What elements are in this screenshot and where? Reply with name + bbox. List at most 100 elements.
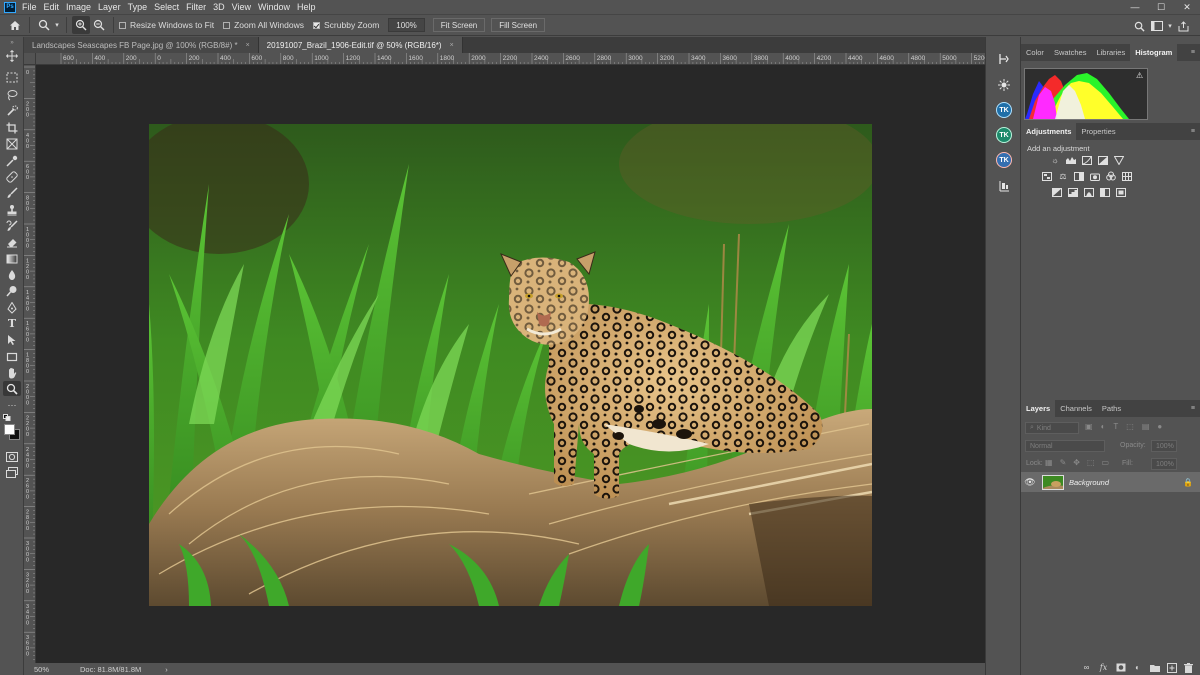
marquee-tool-icon[interactable] <box>3 70 21 85</box>
adjustment-filter-icon[interactable]: ◐ <box>1101 422 1106 431</box>
add-mask-icon[interactable] <box>1115 662 1126 673</box>
eraser-tool-icon[interactable] <box>3 234 21 249</box>
lock-all-icon[interactable]: ▭ <box>1102 458 1110 467</box>
healing-brush-tool-icon[interactable] <box>3 169 21 184</box>
tab-layers[interactable]: Layers <box>1021 400 1056 417</box>
clone-stamp-tool-icon[interactable] <box>3 202 21 217</box>
menu-view[interactable]: View <box>232 2 251 12</box>
histogram-warning-icon[interactable]: ⚠ <box>1136 71 1143 80</box>
crop-tool-icon[interactable] <box>3 120 21 135</box>
workspace-icon[interactable] <box>1148 17 1166 35</box>
jaguar-photo[interactable] <box>149 124 872 606</box>
lock-artboard-icon[interactable]: ⬚ <box>1087 458 1095 467</box>
lock-icon[interactable]: 🔒 <box>1183 478 1193 487</box>
filter-toggle-icon[interactable]: ● <box>1157 422 1162 431</box>
tab-swatches[interactable]: Swatches <box>1049 44 1092 61</box>
dodge-tool-icon[interactable] <box>3 283 21 298</box>
maximize-button[interactable]: ☐ <box>1148 0 1174 14</box>
layer-kind-filter[interactable]: ⌕ Kind <box>1025 422 1079 434</box>
canvas-area[interactable] <box>36 65 985 663</box>
panel-menu-icon[interactable]: ≡ <box>1191 405 1195 412</box>
type-filter-icon[interactable]: T <box>1113 422 1118 431</box>
menu-help[interactable]: Help <box>297 2 316 12</box>
threshold-icon[interactable] <box>1083 187 1095 197</box>
new-group-icon[interactable] <box>1149 662 1160 673</box>
gradient-tool-icon[interactable] <box>3 251 21 266</box>
menu-filter[interactable]: Filter <box>186 2 206 12</box>
link-layers-icon[interactable]: ∞ <box>1081 662 1092 673</box>
rectangle-tool-icon[interactable] <box>3 349 21 364</box>
tab-properties[interactable]: Properties <box>1076 123 1120 140</box>
visibility-eye-icon[interactable]: 👁 <box>1021 477 1039 488</box>
tab-document-1[interactable]: Landscapes Seascapes FB Page.jpg @ 100% … <box>24 37 259 53</box>
zoom-all-windows-checkbox[interactable]: Zoom All Windows <box>223 20 304 30</box>
minimize-button[interactable]: — <box>1122 0 1148 14</box>
lock-position-icon[interactable]: ✥ <box>1073 458 1080 467</box>
info-panel-icon[interactable] <box>996 178 1012 194</box>
blend-mode-dropdown[interactable]: Normal <box>1025 440 1105 452</box>
invert-icon[interactable] <box>1051 187 1063 197</box>
plugin-tk-2-icon[interactable]: TK <box>996 127 1012 143</box>
path-selection-tool-icon[interactable] <box>3 332 21 347</box>
zoom-out-icon[interactable] <box>90 16 108 34</box>
layer-row[interactable]: 👁 Background 🔒 <box>1021 472 1200 492</box>
eyedropper-tool-icon[interactable] <box>3 153 21 168</box>
plugin-tk-icon[interactable]: TK <box>996 102 1012 118</box>
brightness-contrast-icon[interactable]: ☼ <box>1049 155 1061 165</box>
ruler-left[interactable]: 0200400600800100012001400160018002000220… <box>24 65 36 663</box>
share-icon[interactable] <box>1174 17 1192 35</box>
home-icon[interactable] <box>6 16 24 34</box>
color-balance-icon[interactable]: ⚖ <box>1057 171 1069 181</box>
layer-name[interactable]: Background <box>1069 478 1109 487</box>
posterize-icon[interactable] <box>1067 187 1079 197</box>
history-panel-icon[interactable] <box>996 51 1012 67</box>
screen-mode-icon[interactable] <box>3 465 21 480</box>
history-brush-tool-icon[interactable] <box>3 218 21 233</box>
fill-field[interactable]: 100% <box>1151 458 1177 470</box>
zoom-tool-icon[interactable] <box>3 381 21 396</box>
navigator-panel-icon[interactable] <box>996 77 1012 93</box>
close-icon[interactable]: × <box>450 42 454 49</box>
move-tool-icon[interactable] <box>3 48 21 63</box>
status-arrow-icon[interactable]: › <box>165 665 168 674</box>
fill-screen-button[interactable]: Fill Screen <box>491 18 546 32</box>
hand-tool-icon[interactable] <box>3 365 21 380</box>
tab-histogram[interactable]: Histogram <box>1130 44 1178 61</box>
levels-icon[interactable] <box>1065 155 1077 165</box>
new-adjustment-layer-icon[interactable]: ◐ <box>1132 662 1143 673</box>
tab-adjustments[interactable]: Adjustments <box>1021 123 1077 140</box>
more-tools-icon[interactable]: ··· <box>3 397 21 412</box>
tab-document-2[interactable]: 20191007_Brazil_1906-Edit.tif @ 50% (RGB… <box>258 37 463 53</box>
gradient-map-icon[interactable] <box>1099 187 1111 197</box>
quick-selection-tool-icon[interactable] <box>3 103 21 118</box>
blur-tool-icon[interactable] <box>3 267 21 282</box>
close-icon[interactable]: × <box>246 42 250 49</box>
color-lookup-icon[interactable] <box>1121 171 1133 181</box>
tab-paths[interactable]: Paths <box>1097 400 1126 417</box>
pen-tool-icon[interactable] <box>3 300 21 315</box>
lock-image-icon[interactable]: ✎ <box>1060 458 1067 467</box>
frame-tool-icon[interactable] <box>3 136 21 151</box>
brush-tool-icon[interactable] <box>3 185 21 200</box>
default-colors-icon[interactable] <box>3 413 21 421</box>
zoom-in-icon[interactable] <box>72 16 90 34</box>
foreground-color-swatch[interactable] <box>4 424 15 435</box>
lock-transparency-icon[interactable]: ▦ <box>1045 458 1053 467</box>
quick-mask-icon[interactable] <box>3 449 21 464</box>
menu-edit[interactable]: Edit <box>44 2 60 12</box>
ruler-corner[interactable] <box>24 53 36 65</box>
new-layer-icon[interactable] <box>1166 662 1177 673</box>
chevron-down-icon[interactable]: ▾ <box>53 16 61 34</box>
lasso-tool-icon[interactable] <box>3 87 21 102</box>
tab-channels[interactable]: Channels <box>1055 400 1097 417</box>
search-icon[interactable] <box>1130 17 1148 35</box>
menu-select[interactable]: Select <box>154 2 179 12</box>
vibrance-icon[interactable] <box>1113 155 1125 165</box>
collapse-toolbar-icon[interactable]: » <box>3 39 21 47</box>
exposure-icon[interactable] <box>1097 155 1109 165</box>
chevron-down-icon[interactable]: ▾ <box>1166 17 1174 35</box>
close-button[interactable]: ✕ <box>1174 0 1200 14</box>
pixel-filter-icon[interactable]: ▣ <box>1085 422 1093 431</box>
menu-image[interactable]: Image <box>66 2 91 12</box>
panel-menu-icon[interactable]: ≡ <box>1191 128 1195 135</box>
